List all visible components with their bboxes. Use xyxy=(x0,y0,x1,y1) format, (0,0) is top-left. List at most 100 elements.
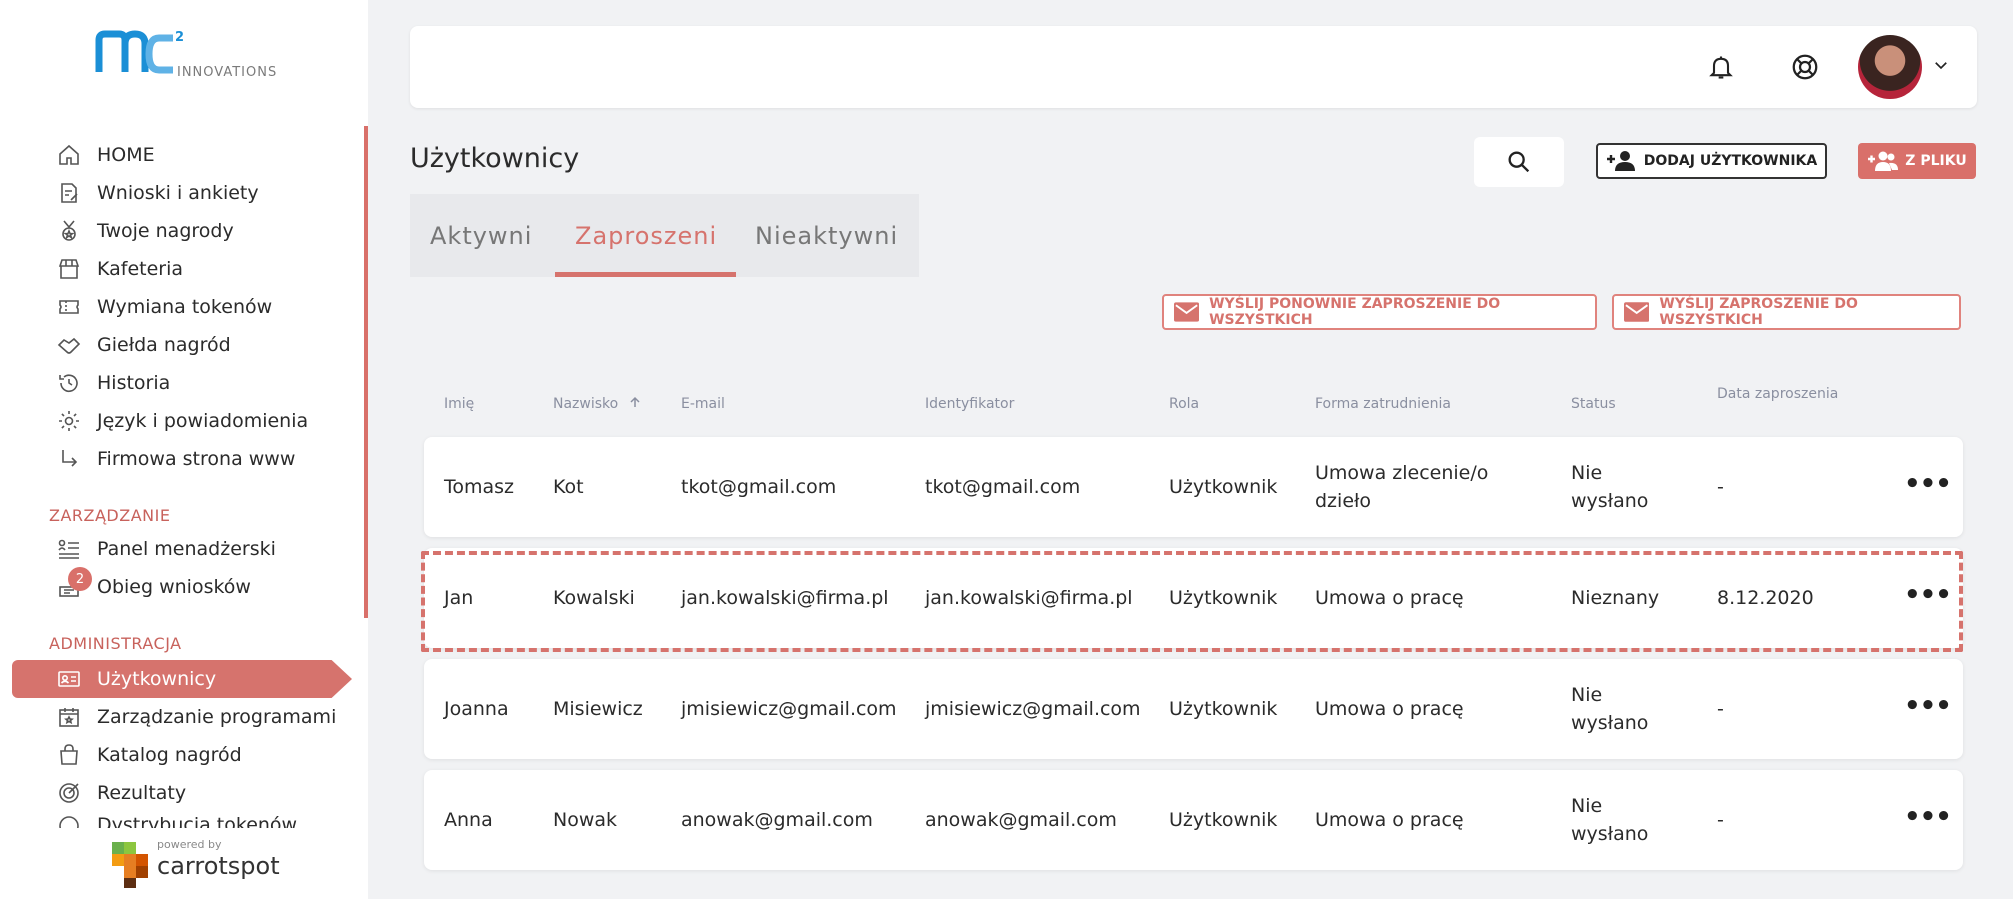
sidebar-item-label: Użytkownicy xyxy=(97,668,217,690)
powered-by-brand: carrotspot xyxy=(157,852,280,880)
history-icon xyxy=(57,371,81,395)
column-header-role[interactable]: Rola xyxy=(1169,396,1199,412)
cell-first-name: Anna xyxy=(444,809,493,831)
column-header-employment-form[interactable]: Forma zatrudnienia xyxy=(1315,396,1451,412)
add-user-icon xyxy=(1606,151,1635,171)
search-icon xyxy=(1508,151,1530,173)
logo-text: INNOVATIONS xyxy=(177,65,278,80)
sidebar-item-company-site[interactable]: Firmowa strona www xyxy=(57,444,295,474)
page-title: Użytkownicy xyxy=(410,143,580,174)
mail-icon xyxy=(1624,302,1650,322)
row-more-actions-icon[interactable]: ••• xyxy=(1904,802,1952,832)
sidebar-item-token-distribution[interactable]: Dystrybucja tokenów xyxy=(57,814,297,828)
chevron-down-icon[interactable] xyxy=(1932,56,1950,74)
sidebar-item-label: Zarządzanie programami xyxy=(97,706,337,728)
support-icon[interactable] xyxy=(1790,52,1820,82)
send-invitation-all-button[interactable]: WYŚLIJ ZAPROSZENIE DO WSZYSTKICH xyxy=(1612,294,1961,330)
row-more-actions-icon[interactable]: ••• xyxy=(1904,469,1952,499)
sidebar-item-results[interactable]: Rezultaty xyxy=(57,778,186,808)
active-tab-indicator xyxy=(555,272,736,277)
sidebar-item-rewards[interactable]: Twoje nagrody xyxy=(57,216,234,246)
sidebar-item-token-exchange[interactable]: Wymiana tokenów xyxy=(57,292,272,322)
form-edit-icon xyxy=(57,181,81,205)
tab-active-users[interactable]: Aktywni xyxy=(430,222,532,250)
sidebar-item-reward-catalog[interactable]: Katalog nagród xyxy=(57,740,242,770)
sidebar-item-home[interactable]: HOME xyxy=(57,140,155,170)
sidebar-scrollbar[interactable] xyxy=(364,126,368,618)
add-user-label: DODAJ UŻYTKOWNIKA xyxy=(1643,153,1818,169)
sidebar-item-users[interactable]: Użytkownicy xyxy=(57,664,216,694)
sidebar-item-label: Dystrybucja tokenów xyxy=(97,814,298,828)
gear-icon xyxy=(57,409,81,433)
tab-bar: Aktywni Zaproszeni Nieaktywni xyxy=(410,194,919,277)
column-header-identifier[interactable]: Identyfikator xyxy=(925,396,1014,412)
id-card-icon xyxy=(57,667,81,691)
column-header-invite-date[interactable]: Data zaproszenia xyxy=(1717,386,1838,402)
top-bar xyxy=(410,26,1977,108)
sidebar-item-label: Wymiana tokenów xyxy=(97,296,273,318)
send-invitation-all-label: WYŚLIJ ZAPROSZENIE DO WSZYSTKICH xyxy=(1659,296,1858,328)
cell-status-cont: wysłano xyxy=(1571,490,1649,512)
sidebar-item-label: Kafeteria xyxy=(97,258,184,280)
powered-by-text: powered by xyxy=(157,838,222,851)
import-from-file-button[interactable]: Z PLIKU xyxy=(1858,143,1976,179)
sidebar-item-history[interactable]: Historia xyxy=(57,368,170,398)
cell-identifier: tkot@gmail.com xyxy=(925,476,1081,498)
table-row[interactable]: Tomasz Kot tkot@gmail.com tkot@gmail.com… xyxy=(424,437,1963,537)
resend-invitation-all-label: WYŚLIJ PONOWNIE ZAPROSZENIE DO WSZYSTKIC… xyxy=(1209,296,1501,328)
column-header-email[interactable]: E-mail xyxy=(681,396,725,412)
sidebar-item-label: Twoje nagrody xyxy=(97,220,234,242)
cell-employment-form: Umowa o pracę xyxy=(1315,809,1464,831)
logo[interactable]: 2 INNOVATIONS xyxy=(95,30,278,80)
sidebar-item-label: Wnioski i ankiety xyxy=(97,182,259,204)
calendar-star-icon xyxy=(57,705,81,729)
add-user-button[interactable]: DODAJ UŻYTKOWNIKA xyxy=(1596,143,1827,179)
store-icon xyxy=(57,257,81,281)
arrow-return-icon xyxy=(57,447,81,471)
mc-logo-mark xyxy=(95,30,173,74)
sidebar-item-cafeteria[interactable]: Kafeteria xyxy=(57,254,183,284)
sidebar-item-forms[interactable]: Wnioski i ankiety xyxy=(57,178,259,208)
cell-identifier: anowak@gmail.com xyxy=(925,809,1117,831)
sidebar-item-label: Historia xyxy=(97,372,171,394)
cell-last-name: Nowak xyxy=(553,809,618,831)
cell-employment-form-cont: dzieło xyxy=(1315,490,1372,512)
cell-email: tkot@gmail.com xyxy=(681,476,837,498)
column-header-first-name[interactable]: Imię xyxy=(444,396,474,412)
mail-icon xyxy=(1174,302,1200,322)
row-more-actions-icon[interactable]: ••• xyxy=(1904,691,1952,721)
cell-last-name: Misiewicz xyxy=(553,698,643,720)
cell-email: anowak@gmail.com xyxy=(681,809,873,831)
column-header-label: Nazwisko xyxy=(553,396,619,412)
bag-icon xyxy=(57,743,81,767)
cell-role: Użytkownik xyxy=(1169,698,1278,720)
sidebar-item-programs[interactable]: Zarządzanie programami xyxy=(57,702,336,732)
notification-badge: 2 xyxy=(68,567,92,591)
sidebar-item-label: Giełda nagród xyxy=(97,334,231,356)
resend-invitation-all-button[interactable]: WYŚLIJ PONOWNIE ZAPROSZENIE DO WSZYSTKIC… xyxy=(1162,294,1597,330)
ticket-icon xyxy=(57,295,81,319)
column-header-status[interactable]: Status xyxy=(1571,396,1616,412)
tab-invited-users[interactable]: Zaproszeni xyxy=(575,222,717,250)
cell-status-cont: wysłano xyxy=(1571,823,1649,845)
home-icon xyxy=(57,143,81,167)
sidebar-item-manager-panel[interactable]: Panel menadżerski xyxy=(57,534,276,564)
sidebar-item-reward-market[interactable]: Giełda nagród xyxy=(57,330,231,360)
target-icon xyxy=(57,781,81,805)
avatar[interactable] xyxy=(1858,35,1922,99)
bell-icon[interactable] xyxy=(1707,53,1735,81)
sidebar-item-label: Katalog nagród xyxy=(97,744,242,766)
powered-by-logo: powered by carrotspot xyxy=(112,838,280,892)
cell-status: Nie xyxy=(1571,795,1603,817)
table-row[interactable]: Joanna Misiewicz jmisiewicz@gmail.com jm… xyxy=(424,659,1963,759)
search-button[interactable] xyxy=(1474,137,1564,187)
from-file-label: Z PLIKU xyxy=(1905,153,1967,169)
sidebar-item-label: Język i powiadomienia xyxy=(97,410,309,432)
cell-invite-date: - xyxy=(1717,476,1724,498)
cell-identifier: jmisiewicz@gmail.com xyxy=(925,698,1141,720)
tab-inactive-users[interactable]: Nieaktywni xyxy=(755,222,898,250)
sidebar-item-language[interactable]: Język i powiadomienia xyxy=(57,406,308,436)
cell-employment-form: Umowa zlecenie/o xyxy=(1315,462,1489,484)
table-row[interactable]: Anna Nowak anowak@gmail.com anowak@gmail… xyxy=(424,770,1963,870)
column-header-last-name[interactable]: Nazwisko xyxy=(553,396,641,412)
